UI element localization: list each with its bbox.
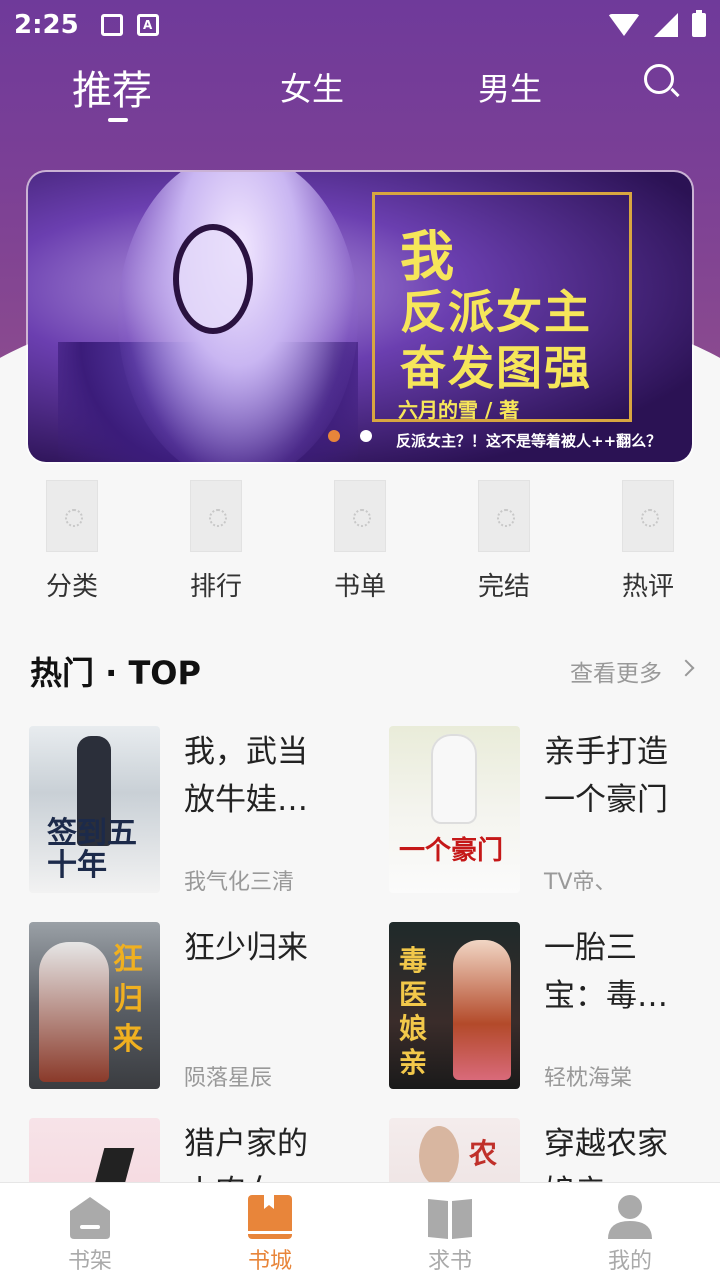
category-label: 排行 xyxy=(189,572,242,602)
wifi-icon xyxy=(608,14,640,36)
chevron-right-icon[interactable] xyxy=(677,659,695,677)
book-author: TV帝、 xyxy=(544,870,617,895)
book-card[interactable]: 一个豪门 亲手打造一个豪门 TV帝、 xyxy=(389,726,719,896)
category-image-placeholder xyxy=(190,480,242,552)
book-card[interactable]: 狂归来 狂少归来 陨落星辰 xyxy=(29,922,359,1092)
banner-author: 六月的雪 / 著 xyxy=(398,398,520,422)
book-title: 我，武当放牛娃… xyxy=(184,734,308,818)
tab-male[interactable]: 男生 xyxy=(478,64,542,110)
open-book-icon xyxy=(428,1199,472,1239)
category-completed[interactable]: 完结 xyxy=(454,480,554,603)
category-booklist[interactable]: 书单 xyxy=(310,480,410,603)
book-author: 陨落星辰 xyxy=(184,1066,273,1091)
status-bar: 2:25 A xyxy=(0,0,720,50)
bottom-navigation: 书架 书城 求书 我的 xyxy=(0,1182,720,1280)
book-title: 亲手打造一个豪门 xyxy=(544,734,668,818)
see-more-link[interactable]: 查看更多 xyxy=(570,654,662,688)
tab-female[interactable]: 女生 xyxy=(280,64,344,110)
battery-icon xyxy=(692,10,706,37)
cover-title: 狂归来 xyxy=(113,942,143,1057)
nav-bookstore[interactable]: 书城 xyxy=(210,1183,330,1280)
nav-request-book[interactable]: 求书 xyxy=(390,1183,510,1280)
nav-label: 书架 xyxy=(67,1249,112,1274)
banner-pager xyxy=(28,430,692,442)
cover-title: 毒医娘亲 xyxy=(399,944,428,1079)
nav-label: 求书 xyxy=(427,1249,472,1274)
nav-profile[interactable]: 我的 xyxy=(570,1183,690,1280)
category-image-placeholder xyxy=(46,480,98,552)
category-label: 完结 xyxy=(477,572,530,602)
category-image-placeholder xyxy=(334,480,386,552)
book-cover[interactable]: 一个豪门 xyxy=(389,726,520,893)
bookshelf-icon xyxy=(70,1197,110,1239)
status-time: 2:25 xyxy=(14,10,79,40)
book-cover[interactable]: 毒医娘亲 xyxy=(389,922,520,1089)
banner-dot-active[interactable] xyxy=(328,430,340,442)
book-author: 我气化三清 xyxy=(184,870,295,895)
banner-artwork-fan xyxy=(173,224,253,334)
category-image-placeholder xyxy=(622,480,674,552)
tab-recommend[interactable]: 推荐 xyxy=(72,58,152,116)
book-author: 轻枕海棠 xyxy=(544,1066,633,1091)
nav-label: 书城 xyxy=(247,1249,292,1274)
promo-banner[interactable]: 我 反派女主 奋发图强 六月的雪 / 著 反派女主？！这不是等着被人++翻么？ xyxy=(28,172,692,462)
search-button[interactable] xyxy=(644,64,680,98)
category-label: 书单 xyxy=(333,572,386,602)
category-label: 热评 xyxy=(621,572,674,602)
signal-icon xyxy=(654,13,678,37)
book-title: 狂少归来 xyxy=(184,930,308,966)
category-classify[interactable]: 分类 xyxy=(22,480,122,603)
book-card[interactable]: 签到五十年 我，武当放牛娃… 我气化三清 xyxy=(29,726,359,896)
font-icon: A xyxy=(136,14,159,36)
category-image-placeholder xyxy=(478,480,530,552)
tab-active-indicator xyxy=(108,118,128,122)
banner-dot[interactable] xyxy=(360,430,372,442)
book-title: 一胎三宝：毒… xyxy=(544,930,668,1014)
cover-title: 一个豪门 xyxy=(399,836,504,866)
nav-label: 我的 xyxy=(607,1249,652,1274)
book-cover[interactable]: 签到五十年 xyxy=(29,726,160,893)
image-icon xyxy=(100,14,123,36)
section-title-hot: 热门 · TOP xyxy=(30,654,201,692)
category-ranking[interactable]: 排行 xyxy=(166,480,266,603)
banner-title-line-3: 奋发图强 xyxy=(400,341,592,395)
book-cover[interactable]: 狂归来 xyxy=(29,922,160,1089)
nav-bookshelf[interactable]: 书架 xyxy=(30,1183,150,1280)
cover-title: 签到五十年 xyxy=(47,816,137,883)
category-hot-reviews[interactable]: 热评 xyxy=(598,480,698,603)
profile-icon xyxy=(608,1195,652,1239)
tab-label: 女生 xyxy=(280,70,345,108)
book-card[interactable]: 毒医娘亲 一胎三宝：毒… 轻枕海棠 xyxy=(389,922,719,1092)
tab-label: 男生 xyxy=(478,70,543,108)
bookstore-icon xyxy=(248,1195,292,1239)
cover-title: 农 xyxy=(469,1137,498,1170)
tab-label: 推荐 xyxy=(72,68,152,114)
category-label: 分类 xyxy=(45,572,98,602)
